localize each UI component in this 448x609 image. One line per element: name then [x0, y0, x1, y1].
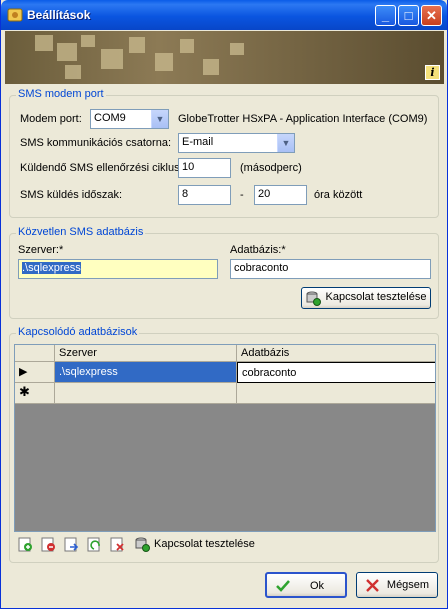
ok-button[interactable]: Ok	[265, 572, 347, 598]
new-row-marker[interactable]: ✱	[15, 383, 55, 404]
server-input[interactable]: .\sqlexpress	[18, 259, 218, 279]
add-row-icon[interactable]	[18, 537, 33, 552]
channel-value: E-mail	[182, 136, 214, 148]
minimize-icon: _	[381, 8, 390, 23]
database-test-icon	[135, 537, 150, 552]
chevron-down-icon[interactable]: ▼	[277, 134, 294, 152]
maximize-icon: □	[404, 8, 413, 23]
grid-test-connection-label: Kapcsolat tesztelése	[154, 538, 255, 550]
server-value: .\sqlexpress	[22, 262, 81, 274]
close-button[interactable]: ✕	[421, 5, 442, 26]
remove-row-icon[interactable]	[41, 537, 56, 552]
check-cycle-input[interactable]: 10	[178, 158, 231, 178]
minimize-button[interactable]: _	[375, 5, 396, 26]
maximize-button[interactable]: □	[398, 5, 419, 26]
info-icon[interactable]: i	[425, 65, 440, 80]
grid-cell-database[interactable]: cobraconto	[237, 362, 435, 383]
grid-test-connection-button[interactable]: Kapcsolat tesztelése	[135, 534, 265, 554]
channel-select[interactable]: E-mail ▼	[178, 133, 295, 153]
test-connection-label: Kapcsolat tesztelése	[325, 291, 427, 303]
database-test-icon	[306, 291, 321, 306]
check-cycle-label: Küldendő SMS ellenőrzési ciklus:	[20, 162, 183, 174]
column-header-server[interactable]: Szerver	[55, 345, 237, 362]
period-label: SMS küldés időszak:	[20, 189, 123, 201]
server-label: Szerver:*	[18, 244, 64, 256]
modem-port-label: Modem port:	[20, 113, 82, 125]
sms-modem-legend: SMS modem port	[16, 88, 106, 100]
settings-dialog: Beállítások _ □ ✕ i SMS modem port Modem…	[0, 0, 448, 609]
title-bar[interactable]: Beállítások _ □ ✕	[1, 0, 447, 30]
direct-db-legend: Közvetlen SMS adatbázis	[16, 226, 146, 238]
settings-app-icon	[7, 8, 23, 22]
cancel-label: Mégsem	[386, 579, 430, 591]
row-selected-marker[interactable]: ▶	[15, 362, 55, 383]
database-input[interactable]: cobraconto	[230, 259, 431, 279]
window-title: Beállítások	[27, 8, 91, 22]
close-icon: ✕	[426, 8, 437, 23]
grid-cell-server[interactable]: .\sqlexpress	[55, 362, 237, 383]
header-banner: i	[5, 31, 444, 84]
column-header-database[interactable]: Adatbázis	[237, 345, 435, 362]
grid-new-cell-server[interactable]	[55, 383, 237, 404]
grid-new-cell-database[interactable]	[237, 383, 435, 404]
refresh-icon[interactable]	[87, 537, 102, 552]
period-to-input[interactable]: 20	[254, 185, 307, 205]
delete-icon[interactable]	[110, 537, 125, 552]
check-cycle-unit: (másodperc)	[240, 162, 302, 174]
modem-port-description: GlobeTrotter HSxPA - Application Interfa…	[178, 113, 428, 125]
import-icon[interactable]	[64, 537, 79, 552]
grid-corner-header	[15, 345, 55, 362]
chevron-down-icon[interactable]: ▼	[151, 110, 168, 128]
linked-dbs-grid[interactable]: Szerver Adatbázis ▶ .\sqlexpress cobraco…	[14, 344, 436, 532]
period-separator: -	[240, 189, 244, 201]
check-icon	[276, 580, 290, 592]
test-connection-button[interactable]: Kapcsolat tesztelése	[301, 287, 431, 309]
cancel-button[interactable]: Mégsem	[356, 572, 438, 598]
channel-label: SMS kommunikációs csatorna:	[20, 137, 171, 149]
cancel-icon	[366, 579, 379, 592]
database-label: Adatbázis:*	[230, 244, 286, 256]
period-unit: óra között	[314, 189, 363, 201]
period-from-input[interactable]: 8	[178, 185, 231, 205]
modem-port-value: COM9	[94, 112, 126, 124]
modem-port-select[interactable]: COM9 ▼	[90, 109, 169, 129]
ok-label: Ok	[309, 580, 325, 592]
linked-dbs-legend: Kapcsolódó adatbázisok	[16, 326, 140, 338]
